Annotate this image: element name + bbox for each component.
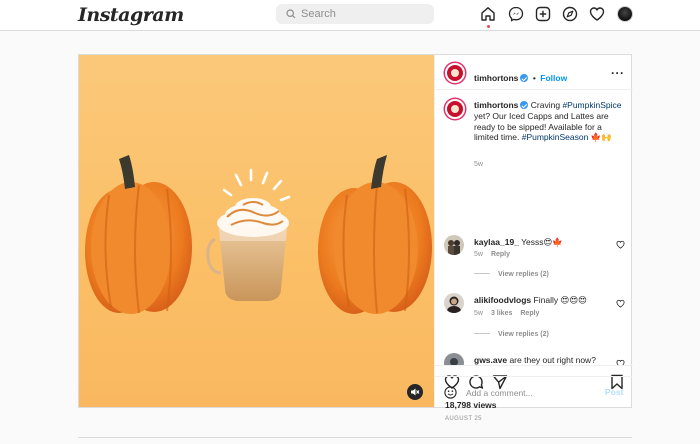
page-divider bbox=[78, 437, 632, 438]
emoji-icon[interactable] bbox=[444, 386, 457, 399]
comment-like-heart-icon[interactable] bbox=[616, 299, 625, 308]
author-avatar[interactable] bbox=[445, 63, 465, 83]
caption-emoji: 🍁🙌 bbox=[590, 132, 612, 143]
verified-badge-icon bbox=[520, 74, 529, 82]
post-media[interactable] bbox=[79, 55, 434, 407]
comment-username[interactable]: gws.ave bbox=[474, 355, 507, 365]
commenter-avatar[interactable] bbox=[444, 293, 464, 313]
reply-button[interactable]: Reply bbox=[491, 251, 510, 258]
instagram-logo[interactable]: Instagram bbox=[78, 4, 184, 26]
reply-button[interactable]: Reply bbox=[520, 310, 539, 317]
author-line: timhortons • Follow bbox=[474, 68, 567, 86]
comment-time[interactable]: 5w bbox=[474, 251, 483, 258]
profile-avatar[interactable] bbox=[617, 6, 633, 22]
pumpkin-spice-latte-cup bbox=[206, 198, 289, 301]
comment-meta: 5w 3 likes Reply bbox=[474, 310, 539, 317]
hashtag-link[interactable]: #PumpkinSeason bbox=[522, 132, 589, 142]
comment-text: are they out right now? bbox=[509, 355, 596, 365]
comment-item: kaylaa_19_ Yesss😍🍁 bbox=[474, 237, 563, 248]
comment-likes[interactable]: 3 likes bbox=[491, 310, 512, 317]
hashtag-link[interactable]: #PumpkinSpice bbox=[562, 100, 621, 110]
search-input[interactable] bbox=[301, 7, 426, 21]
messenger-icon[interactable] bbox=[508, 6, 524, 22]
caption-text-before: Craving bbox=[530, 100, 561, 110]
caption-avatar[interactable] bbox=[445, 99, 465, 119]
view-replies-button[interactable]: View replies (2) bbox=[474, 331, 549, 338]
search-icon bbox=[286, 9, 296, 19]
comment-meta: 5w Reply bbox=[474, 251, 510, 258]
comment-text: Finally 😍😍😍 bbox=[533, 295, 588, 305]
caption: timhortons Craving #PumpkinSpice yet? Ou… bbox=[474, 100, 624, 143]
new-post-icon[interactable] bbox=[535, 6, 551, 22]
comment-time[interactable]: 5w bbox=[474, 310, 483, 317]
add-comment-bar: Post bbox=[434, 376, 632, 407]
search-box[interactable] bbox=[276, 4, 434, 24]
mute-button[interactable] bbox=[407, 384, 423, 400]
comment-like-heart-icon[interactable] bbox=[616, 240, 625, 249]
post-comment-button[interactable]: Post bbox=[605, 387, 623, 397]
commenter-avatar[interactable] bbox=[444, 353, 464, 365]
post-card: timhortons • Follow ··· timhortons Cravi… bbox=[78, 54, 633, 422]
comment-item: gws.ave are they out right now? bbox=[474, 355, 596, 365]
sparkle-lines bbox=[222, 168, 291, 202]
explore-compass-icon[interactable] bbox=[562, 6, 578, 22]
top-navigation-bar: Instagram bbox=[0, 0, 700, 31]
view-replies-button[interactable]: View replies (2) bbox=[474, 271, 549, 278]
comment-text: Yesss😍🍁 bbox=[521, 237, 563, 247]
chevron-down-icon[interactable] bbox=[143, 9, 153, 19]
post-image bbox=[85, 155, 432, 314]
speaker-muted-icon bbox=[411, 388, 420, 396]
post-side-panel: timhortons • Follow ··· timhortons Cravi… bbox=[434, 55, 633, 422]
caption-username[interactable]: timhortons bbox=[474, 100, 518, 110]
follow-button[interactable]: Follow bbox=[540, 73, 567, 83]
comment-username[interactable]: kaylaa_19_ bbox=[474, 237, 519, 247]
left-pumpkin bbox=[85, 155, 192, 314]
separator-dot: • bbox=[532, 73, 536, 83]
author-username[interactable]: timhortons bbox=[474, 73, 518, 83]
actions-divider bbox=[435, 365, 633, 366]
comment-input[interactable] bbox=[466, 386, 596, 400]
notification-dot bbox=[487, 25, 490, 28]
comment-username[interactable]: alikifoodvlogs bbox=[474, 295, 531, 305]
commenter-avatar[interactable] bbox=[444, 235, 464, 255]
activity-heart-icon[interactable] bbox=[589, 6, 605, 22]
post-header: timhortons • Follow ··· bbox=[435, 55, 633, 90]
caption-time[interactable]: 5w bbox=[474, 161, 483, 168]
post-date[interactable]: AUGUST 25 bbox=[445, 416, 482, 422]
more-options-icon[interactable]: ··· bbox=[611, 66, 625, 80]
comment-item: alikifoodvlogs Finally 😍😍😍 bbox=[474, 295, 587, 306]
right-pumpkin bbox=[318, 155, 432, 314]
home-icon[interactable] bbox=[480, 6, 496, 28]
verified-badge-icon bbox=[520, 101, 529, 109]
comments-list[interactable]: timhortons Craving #PumpkinSpice yet? Ou… bbox=[435, 91, 633, 365]
